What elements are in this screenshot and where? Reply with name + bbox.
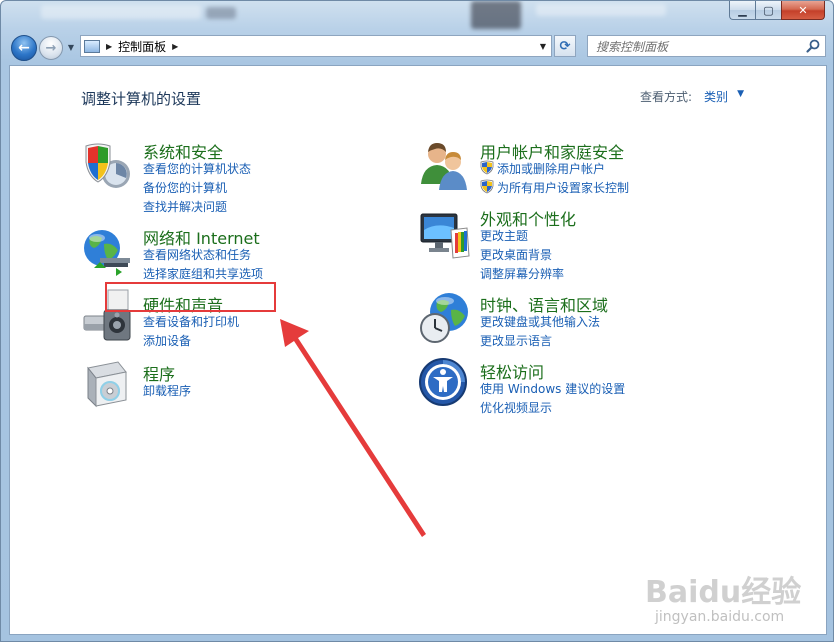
chevron-down-icon: ▼: [67, 43, 75, 52]
link-view-network-status[interactable]: 查看网络状态和任务: [143, 246, 251, 263]
link-change-theme[interactable]: 更改主题: [480, 227, 528, 244]
view-by-dropdown[interactable]: 类别: [704, 88, 728, 105]
users-icon[interactable]: [417, 138, 471, 192]
link-optimize-visual-display[interactable]: 优化视频显示: [480, 399, 552, 416]
recent-pages-dropdown[interactable]: ▼: [65, 42, 77, 54]
search-box[interactable]: [587, 35, 826, 57]
glass-background-blur: [41, 5, 201, 19]
address-bar[interactable]: ▶ 控制面板 ▶ ▼: [80, 35, 552, 57]
link-adjust-resolution[interactable]: 调整屏幕分辨率: [480, 265, 564, 282]
forward-button[interactable]: →: [39, 36, 63, 60]
link-label: 添加或删除用户帐户: [497, 162, 606, 176]
link-view-computer-status[interactable]: 查看您的计算机状态: [143, 160, 251, 177]
maximize-button[interactable]: ▢: [755, 1, 781, 20]
maximize-icon: ▢: [763, 3, 774, 17]
link-homegroup-sharing[interactable]: 选择家庭组和共享选项: [143, 265, 263, 282]
breadcrumb-separator-icon[interactable]: ▶: [172, 42, 178, 51]
refresh-button[interactable]: ⟳: [554, 35, 576, 57]
link-parental-controls[interactable]: 为所有用户设置家长控制: [480, 179, 629, 196]
control-panel-window: ▁ ▢ ✕ ← → ▼ ▶ 控制面板 ▶ ▼ ⟳ 调整计算: [0, 0, 834, 642]
search-icon[interactable]: [805, 38, 821, 54]
glass-background-blur: [536, 4, 666, 16]
globe-icon[interactable]: [80, 224, 134, 278]
link-windows-recommended-settings[interactable]: 使用 Windows 建议的设置: [480, 380, 625, 397]
page-title: 调整计算机的设置: [81, 90, 202, 108]
back-button[interactable]: ←: [11, 35, 37, 61]
link-devices-printers[interactable]: 查看设备和打印机: [143, 313, 239, 330]
program-box-icon[interactable]: [80, 358, 134, 412]
annotation-highlight-box: [105, 282, 276, 312]
breadcrumb-item-control-panel[interactable]: 控制面板: [118, 38, 166, 55]
view-by-label: 查看方式:: [639, 90, 692, 104]
glass-background-blur: [206, 7, 236, 19]
back-arrow-icon: ←: [18, 40, 30, 56]
chevron-down-icon[interactable]: ▼: [737, 89, 744, 99]
link-troubleshoot[interactable]: 查找并解决问题: [143, 198, 227, 215]
refresh-icon: ⟳: [559, 38, 571, 54]
chevron-down-icon: ▼: [539, 41, 547, 51]
close-icon: ✕: [798, 3, 808, 17]
minimize-icon: ▁: [738, 3, 747, 17]
clock-globe-icon[interactable]: [417, 290, 471, 344]
link-add-device[interactable]: 添加设备: [143, 332, 191, 349]
link-add-remove-users[interactable]: 添加或删除用户帐户: [480, 160, 605, 177]
control-panel-icon: [84, 39, 100, 53]
search-input[interactable]: [594, 37, 798, 57]
forward-arrow-icon: →: [45, 40, 57, 56]
close-button[interactable]: ✕: [781, 1, 825, 20]
breadcrumb-separator-icon[interactable]: ▶: [106, 42, 112, 51]
monitor-icon[interactable]: [417, 208, 471, 262]
link-change-display-language[interactable]: 更改显示语言: [480, 332, 552, 349]
link-backup-computer[interactable]: 备份您的计算机: [143, 179, 227, 196]
link-change-desktop-background[interactable]: 更改桌面背景: [480, 246, 552, 263]
link-label: 为所有用户设置家长控制: [497, 181, 630, 195]
link-uninstall-program[interactable]: 卸载程序: [143, 382, 191, 399]
glass-background-blur: [471, 1, 521, 29]
content-pane: 调整计算机的设置 查看方式: 类别 ▼ 系统和安全 查看您的计算机状态 备份您的…: [9, 65, 827, 635]
link-change-input-method[interactable]: 更改键盘或其他输入法: [480, 313, 600, 330]
shield-icon[interactable]: [80, 138, 134, 192]
minimize-button[interactable]: ▁: [729, 1, 755, 20]
uac-shield-icon: [480, 160, 494, 175]
address-dropdown-button[interactable]: ▼: [535, 36, 551, 56]
caption-buttons: ▁ ▢ ✕: [729, 1, 825, 21]
ease-of-access-icon[interactable]: [417, 356, 471, 410]
uac-shield-icon: [480, 179, 494, 194]
